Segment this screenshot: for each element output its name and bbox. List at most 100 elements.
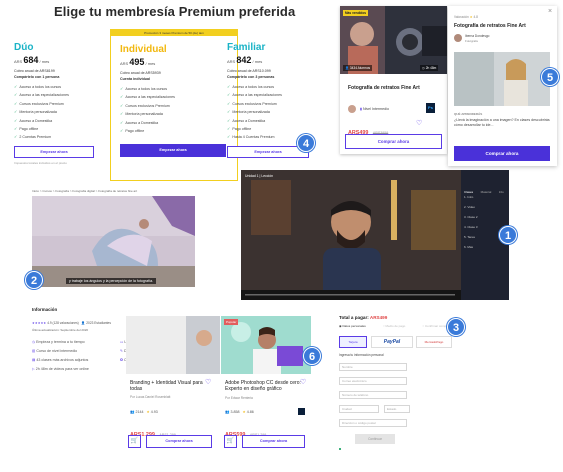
plan-price: ARS 684 / mes — [14, 55, 50, 65]
close-icon[interactable]: × — [548, 8, 552, 15]
level-icon: ▥ — [32, 349, 36, 353]
lesson-heading: Unidad 1 | Lección — [245, 174, 274, 178]
bars-icon: ▮ — [360, 107, 362, 111]
plan-share-note: Compártelo con 1 persona — [14, 75, 60, 79]
plan-feature: ✓ Acceso a todos los cursos — [227, 84, 275, 89]
lesson-player[interactable]: Unidad 1 | Lección Clases Material Info … — [241, 170, 509, 300]
cart-icon[interactable]: 🛒 — [128, 435, 141, 448]
popup-buy-button[interactable]: Comprar ahora — [454, 146, 550, 161]
breadcrumb[interactable]: Inicio > Cursos > Fotografía > Fotografí… — [32, 189, 137, 193]
continue-button[interactable]: Continuar — [355, 434, 395, 444]
pay-mercadopago-option[interactable]: MercadoPago — [416, 336, 452, 348]
buy-now-button[interactable]: Comprar ahora — [146, 435, 212, 448]
course-thumbnail[interactable] — [126, 316, 220, 374]
plan-duo-card: Dúo ARS 684 / mes Cobro anual de ARS8199… — [14, 28, 100, 178]
plan-familiar-start-button[interactable]: Empezar ahora — [227, 145, 309, 158]
user-icon: 👤 — [81, 321, 86, 325]
plan-footnote: Impuestos locales incluidos en el precio — [14, 160, 67, 165]
name-field[interactable]: Nombre — [339, 363, 407, 371]
address-field[interactable]: Dirección o código postal — [339, 419, 407, 427]
heart-icon[interactable]: ♡ — [300, 378, 306, 386]
course-card[interactable]: Más vendidos 👤 3434 Alumnos ◷ 2h 48m Fot… — [340, 6, 447, 154]
avatar — [348, 105, 356, 113]
plan-feature: ✓ 2 Cuentas Premium — [14, 134, 52, 140]
buy-now-button[interactable]: Comprar ahora — [345, 134, 442, 149]
city-field[interactable]: Ciudad — [339, 405, 379, 413]
star-icon: ★ — [242, 410, 246, 414]
cart-icon[interactable]: 🛒 — [224, 435, 237, 448]
check-icon: ✓ — [14, 109, 18, 115]
step-confirm[interactable]: ○ Confirmar compra — [422, 324, 449, 328]
user-icon: 👥 — [225, 410, 230, 414]
plan-familiar-card: Familiar ARS 842 / mes Cobro anual de AR… — [227, 28, 327, 178]
course-thumbnail-image — [340, 6, 447, 74]
learn-label: QUÉ APRENDERÁS — [454, 112, 483, 116]
playlist-item[interactable]: 3. Clase 2 — [464, 212, 506, 222]
plan-feature: ✓ Acceso a todos los cursos — [14, 84, 62, 89]
page-title: Elige tu membresía Premium preferida — [54, 4, 296, 19]
check-icon: ✓ — [14, 84, 18, 89]
trailer-video[interactable]: y trabaje los ángulos y la percepción de… — [32, 196, 195, 287]
playlist-item[interactable]: 1. Intro — [464, 192, 506, 202]
checkout-total: Total a pagar: ARS499 — [339, 315, 388, 320]
plan-feature: ✓ Acceso a Domestika — [227, 117, 266, 123]
popup-video-thumbnail[interactable] — [454, 52, 550, 106]
check-icon: ✓ — [227, 84, 231, 89]
step-payment[interactable]: ○ Medio de pago — [383, 324, 406, 328]
info-item: ▤ 43 clases más archivos adjuntos — [32, 358, 89, 362]
star-icon: ★ — [146, 410, 150, 414]
info-item: ◷ Empieza y termina a tu tiempo — [32, 340, 85, 344]
plan-feature: ✓ Mentoría personalizada — [227, 109, 270, 115]
step-personal[interactable]: ◉ Datos personales — [339, 324, 366, 328]
popular-badge: Popular — [224, 319, 239, 325]
plan-feature: ✓ Cursos exclusivos Premium — [14, 100, 64, 106]
email-field[interactable]: Correo electrónico — [339, 377, 407, 385]
plan-feature-list: ✓ Acceso a todos los cursos ✓ Acceso a las… — [14, 83, 100, 142]
check-icon: ✓ — [120, 128, 124, 134]
plan-price: ARS 842 / mes — [227, 55, 263, 65]
students-count: 👤 3434 Alumnos — [343, 65, 373, 71]
plan-feature: ✓ Acceso a las especializaciones — [120, 94, 175, 100]
state-field[interactable]: Estado — [384, 405, 410, 413]
pay-card-option[interactable]: Tarjeta — [339, 336, 367, 348]
heart-icon[interactable]: ♡ — [205, 378, 211, 386]
course-title[interactable]: Adobe Photoshop CC desde cero: Experto e… — [225, 380, 301, 392]
check-icon: ✓ — [14, 134, 18, 140]
plan-name: Dúo — [14, 42, 34, 53]
plan-price: ARS 495 / mes — [120, 57, 156, 67]
plan-individual-start-button[interactable]: Empezar ahora — [120, 144, 226, 158]
plan-feature: ✓ Acceso a las especializaciones — [227, 92, 282, 98]
check-icon: ✓ — [120, 111, 124, 117]
checkout-steps: ◉ Datos personales ○ Medio de pago ○ Con… — [339, 324, 449, 328]
phone-field[interactable]: Número de teléfono — [339, 391, 407, 399]
bestseller-badge: Más vendidos — [343, 10, 369, 16]
heart-icon[interactable]: ♡ — [416, 119, 422, 127]
annotation-badge-2: 2 — [25, 271, 43, 289]
playlist-item[interactable]: 6. Mas — [464, 242, 506, 252]
playlist-item[interactable]: 2. Video — [464, 202, 506, 212]
buy-now-button[interactable]: Comprar ahora — [242, 435, 305, 448]
plan-feature-list: ✓ Acceso a todos los cursos ✓ Acceso a las… — [120, 85, 228, 135]
course-level: ▮ Nivel Intermedio — [360, 107, 389, 111]
plan-billing-note: Cobro anual de ARS8199 — [14, 69, 55, 73]
consent-checkbox[interactable] — [339, 448, 341, 450]
check-icon: ✓ — [120, 119, 124, 125]
plan-feature: ✓ Pago offline — [14, 126, 39, 132]
course-title[interactable]: Fotografía de retratos Fine Art — [348, 85, 420, 91]
plan-duo-start-button[interactable]: Empezar ahora — [14, 145, 94, 158]
course-thumbnail[interactable]: Popular — [221, 316, 311, 374]
annotation-badge-5: 5 — [541, 68, 559, 86]
certificate-icon: ✪ — [120, 358, 124, 362]
info-rating: ★★★★★ 4.9 (128 valoraciones) 👤 2023 Estu… — [32, 321, 111, 325]
learn-text: ¿Llevá la imaginación a una imagen? En c… — [454, 118, 550, 127]
play-icon: ▷ — [32, 367, 35, 371]
check-icon: ✓ — [14, 126, 18, 132]
course-title[interactable]: Branding + Identidad Visual para todas — [130, 380, 212, 392]
check-icon: ✓ — [227, 117, 231, 123]
project-icon: ✎ — [120, 349, 124, 353]
pay-paypal-option[interactable]: PayPal — [371, 336, 413, 348]
plan-feature: ✓ Cursos exclusivos Premium — [227, 100, 277, 106]
plan-feature: ✓ Acceso a las especializaciones — [14, 92, 69, 98]
file-icon: ▤ — [32, 358, 36, 362]
plan-feature: ✓ Pago offline — [120, 128, 145, 134]
